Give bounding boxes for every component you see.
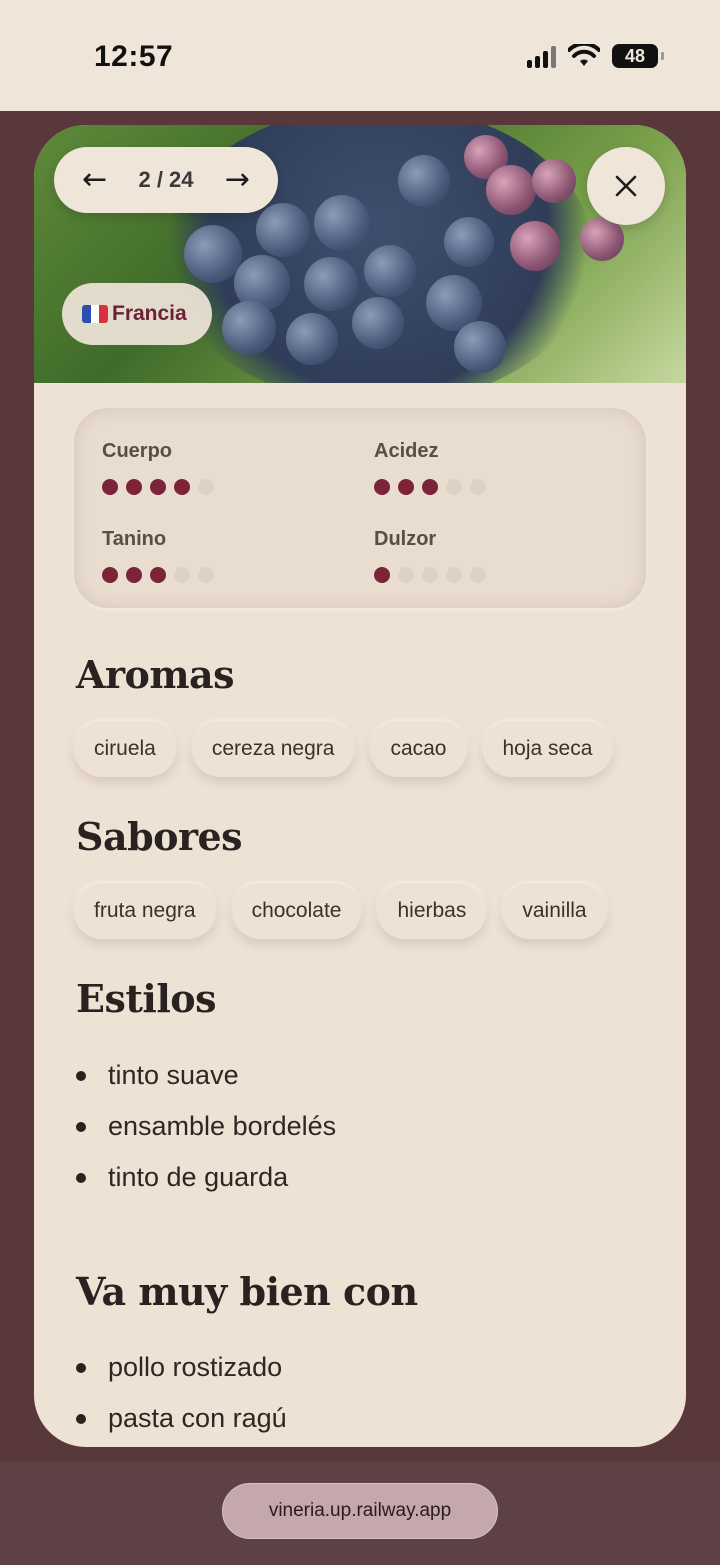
aromas-title: Aromas — [76, 652, 235, 697]
attribute-acidez: Acidez — [374, 440, 486, 495]
level-dot — [446, 479, 462, 495]
country-label: Francia — [112, 302, 187, 325]
pairing-title: Va muy bien con — [76, 1269, 418, 1314]
attribute-label: Acidez — [374, 440, 439, 462]
country-badge: Francia — [62, 283, 212, 345]
list-item: ensamble bordelés — [76, 1101, 336, 1152]
wine-detail-card: ← 2 / 24 → Francia Cuerpo Acidez Tanino … — [34, 125, 686, 1447]
level-dots — [374, 479, 486, 495]
aroma-chip[interactable]: ciruela — [74, 721, 176, 777]
list-item-text: pasta con ragú — [108, 1403, 287, 1433]
sabores-chips: fruta negra chocolate hierbas vainilla — [74, 883, 607, 939]
level-dot — [470, 567, 486, 583]
list-item: tinto suave — [76, 1050, 336, 1101]
level-dot — [126, 567, 142, 583]
level-dot — [398, 479, 414, 495]
attribute-label: Cuerpo — [102, 440, 172, 462]
level-dot — [198, 479, 214, 495]
aroma-chip[interactable]: hoja seca — [482, 721, 613, 777]
aroma-chip[interactable]: cacao — [370, 721, 467, 777]
bullet-icon — [76, 1172, 86, 1183]
level-dot — [374, 479, 390, 495]
level-dot — [398, 567, 414, 583]
attribute-cuerpo: Cuerpo — [102, 440, 214, 495]
list-item: pollo rostizado — [76, 1342, 287, 1393]
attributes-panel: Cuerpo Acidez Tanino Dulzor — [74, 408, 646, 608]
level-dot — [174, 567, 190, 583]
status-bar: 12:57 48 — [0, 0, 720, 111]
level-dot — [470, 479, 486, 495]
list-item-text: tinto de guarda — [108, 1162, 289, 1192]
level-dot — [150, 479, 166, 495]
status-time: 12:57 — [94, 40, 174, 73]
estilos-list: tinto suave ensamble bordelés tinto de g… — [76, 1050, 336, 1203]
flavor-chip[interactable]: chocolate — [231, 883, 362, 939]
level-dots — [374, 567, 486, 583]
level-dot — [198, 567, 214, 583]
url-bar[interactable]: vineria.up.railway.app — [222, 1483, 498, 1539]
battery-icon: 48 — [612, 44, 664, 68]
bullet-icon — [76, 1362, 86, 1373]
level-dots — [102, 479, 214, 495]
level-dot — [446, 567, 462, 583]
list-item-text: pollo rostizado — [108, 1352, 283, 1382]
list-item: pasta con ragú — [76, 1393, 287, 1444]
level-dot — [126, 479, 142, 495]
sabores-title: Sabores — [76, 814, 243, 859]
status-icons: 48 — [527, 44, 664, 68]
bullet-icon — [76, 1070, 86, 1081]
estilos-title: Estilos — [76, 976, 217, 1021]
attribute-label: Tanino — [102, 528, 167, 550]
close-button[interactable] — [587, 147, 665, 225]
flavor-chip[interactable]: fruta negra — [74, 883, 216, 939]
level-dot — [150, 567, 166, 583]
pagination-pill: ← 2 / 24 → — [54, 147, 278, 213]
france-flag-icon — [82, 305, 108, 323]
level-dots — [102, 567, 214, 583]
pairing-list: pollo rostizado pasta con ragú — [76, 1342, 287, 1444]
flavor-chip[interactable]: hierbas — [377, 883, 487, 939]
flavor-chip[interactable]: vainilla — [502, 883, 607, 939]
attribute-label: Dulzor — [374, 528, 437, 550]
close-icon — [615, 175, 637, 197]
list-item-text: ensamble bordelés — [108, 1111, 337, 1141]
page-counter: 2 / 24 — [138, 167, 194, 192]
level-dot — [174, 479, 190, 495]
aromas-chips: ciruela cereza negra cacao hoja seca — [74, 721, 613, 777]
grape-hero-image: ← 2 / 24 → Francia — [34, 125, 686, 383]
bullet-icon — [76, 1121, 86, 1132]
list-item-text: tinto suave — [108, 1060, 239, 1090]
level-dot — [374, 567, 390, 583]
level-dot — [102, 567, 118, 583]
level-dot — [422, 567, 438, 583]
aroma-chip[interactable]: cereza negra — [191, 721, 355, 777]
level-dot — [102, 479, 118, 495]
bullet-icon — [76, 1413, 86, 1424]
attribute-tanino: Tanino — [102, 528, 214, 583]
cellular-signal-icon — [527, 44, 556, 68]
browser-bottom-bar: vineria.up.railway.app — [0, 1461, 720, 1565]
level-dot — [422, 479, 438, 495]
wifi-icon — [568, 44, 600, 66]
next-arrow-button[interactable]: → — [225, 165, 250, 195]
list-item: tinto de guarda — [76, 1152, 336, 1203]
attribute-dulzor: Dulzor — [374, 528, 486, 583]
prev-arrow-button[interactable]: ← — [82, 165, 107, 195]
